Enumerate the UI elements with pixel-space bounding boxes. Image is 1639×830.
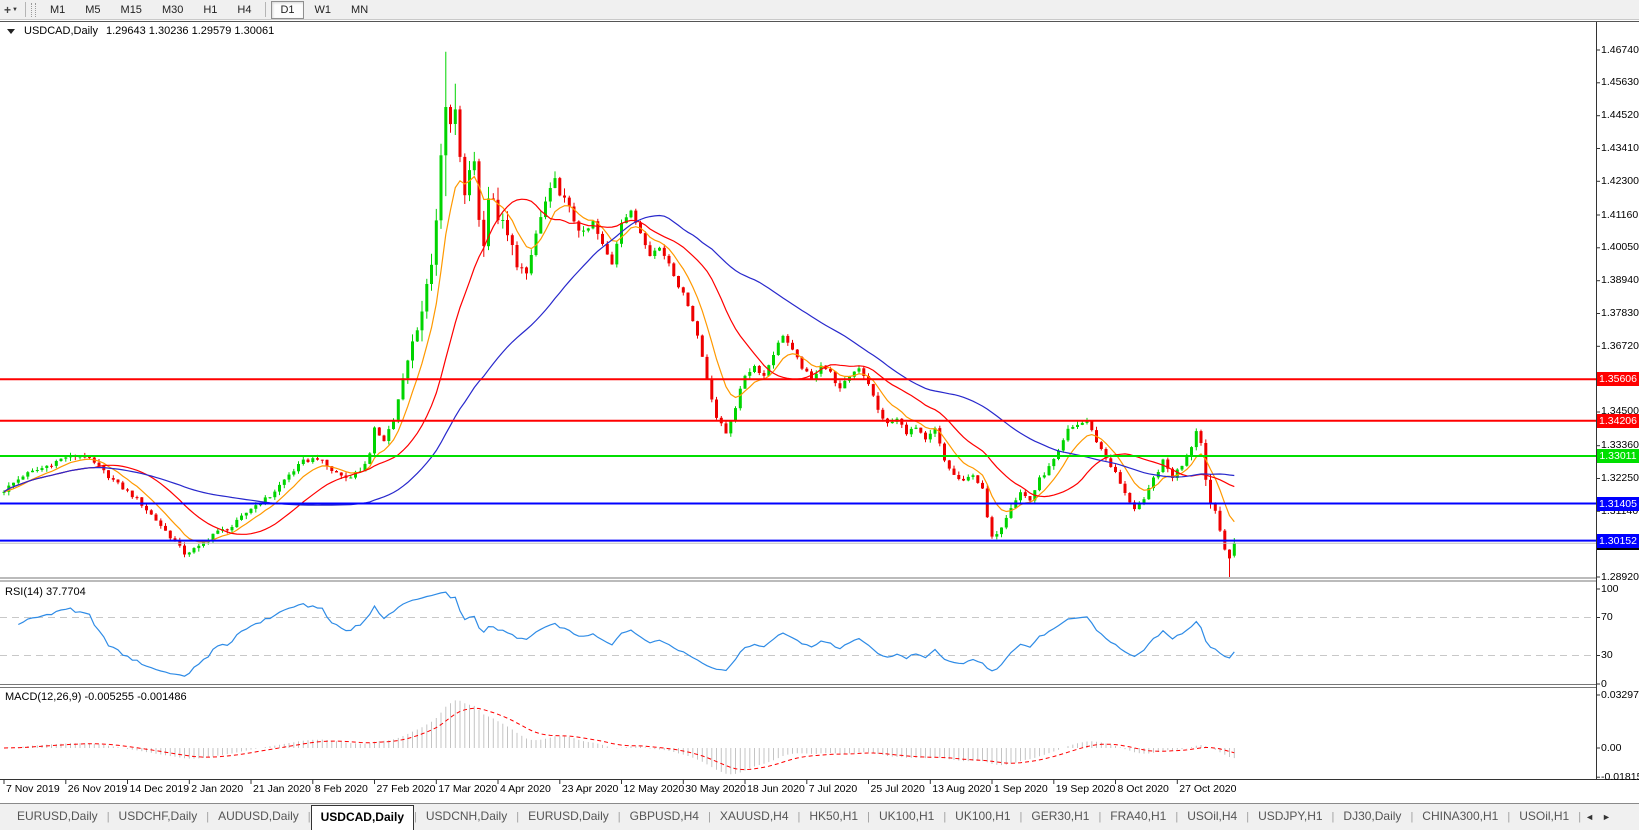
tab-usoil-h1-17[interactable]: USOil,H1: [1510, 804, 1578, 830]
timeframe-button-h1[interactable]: H1: [194, 1, 226, 19]
timeframe-button-d1[interactable]: D1: [271, 1, 303, 19]
price-level-badge: 1.35606: [1597, 372, 1639, 386]
chart-symbol-period: USDCAD,Daily: [24, 25, 98, 37]
tab-gbpusd-h4-6[interactable]: GBPUSD,H4: [621, 804, 708, 830]
chart-canvas[interactable]: [0, 20, 1639, 803]
price-axis-label: 1.41160: [1601, 209, 1638, 222]
date-axis-label: 30 May 2020: [685, 783, 746, 795]
timeframe-button-m1[interactable]: M1: [41, 1, 74, 19]
macd-axis-label: 0.032972: [1601, 689, 1639, 702]
price-axis-label: 1.45630: [1601, 76, 1639, 89]
date-axis-label: 7 Nov 2019: [6, 783, 60, 795]
tab-audusd-daily-2[interactable]: AUDUSD,Daily: [209, 804, 308, 830]
price-level-badge: 1.34206: [1597, 414, 1639, 428]
date-axis-label: 27 Oct 2020: [1179, 783, 1236, 795]
price-level-badge: 1.30152: [1597, 534, 1639, 548]
tab-usdcnh-daily-4[interactable]: USDCNH,Daily: [417, 804, 516, 830]
date-axis-label: 8 Oct 2020: [1118, 783, 1169, 795]
date-axis-label: 23 Apr 2020: [562, 783, 619, 795]
chevron-down-icon[interactable]: ▼: [12, 7, 18, 13]
date-axis-label: 12 May 2020: [624, 783, 685, 795]
date-axis-label: 27 Feb 2020: [377, 783, 436, 795]
chart-tab-bar: EURUSD,Daily|USDCHF,Daily|AUDUSD,Daily|U…: [0, 803, 1639, 830]
toolbar-separator: [265, 2, 266, 17]
date-axis-label: 7 Jul 2020: [809, 783, 857, 795]
timeframe-button-group: M1M5M15M30H1H4 D1W1MN: [40, 1, 378, 19]
tab-hk50-h1-8[interactable]: HK50,H1: [800, 804, 867, 830]
price-axis-label: 1.46740: [1601, 44, 1639, 57]
price-axis-label: 1.43410: [1601, 142, 1639, 155]
timeframe-button-m5[interactable]: M5: [76, 1, 109, 19]
tab-fra40-h1-12[interactable]: FRA40,H1: [1101, 804, 1175, 830]
date-axis-label: 17 Mar 2020: [438, 783, 497, 795]
top-toolbar: + ▼ M1M5M15M30H1H4 D1W1MN: [0, 0, 1639, 20]
tab-usdchf-daily-1[interactable]: USDCHF,Daily: [110, 804, 207, 830]
timeframe-button-m30[interactable]: M30: [153, 1, 192, 19]
tab-scroll-left-icon[interactable]: ◄: [1581, 812, 1598, 822]
tab-xauusd-h4-7[interactable]: XAUUSD,H4: [711, 804, 798, 830]
toolbar-separator: [25, 2, 26, 17]
rsi-axis-label: 30: [1601, 649, 1613, 662]
price-axis-label: 1.40050: [1601, 241, 1639, 254]
price-level-badge: 1.33011: [1597, 449, 1639, 463]
rsi-axis-label: 100: [1601, 583, 1619, 596]
price-axis-label: 1.38940: [1601, 274, 1639, 287]
date-axis-label: 4 Apr 2020: [500, 783, 551, 795]
timeframe-button-h4[interactable]: H4: [228, 1, 260, 19]
chart-tabs: EURUSD,Daily|USDCHF,Daily|AUDUSD,Daily|U…: [8, 804, 1615, 830]
price-axis-label: 1.42300: [1601, 175, 1639, 188]
crosshair-tool-icon[interactable]: +: [4, 2, 11, 18]
macd-indicator-label: MACD(12,26,9) -0.005255 -0.001486: [5, 691, 187, 703]
tab-usdjpy-h1-14[interactable]: USDJPY,H1: [1249, 804, 1331, 830]
tab-dj30-daily-15[interactable]: DJ30,Daily: [1334, 804, 1410, 830]
tab-uk100-h1-10[interactable]: UK100,H1: [946, 804, 1019, 830]
date-axis-label: 2 Jan 2020: [191, 783, 243, 795]
date-axis-label: 25 Jul 2020: [871, 783, 925, 795]
date-axis-label: 19 Sep 2020: [1056, 783, 1116, 795]
price-axis-label: 1.36720: [1601, 340, 1639, 353]
tab-ger30-h1-11[interactable]: GER30,H1: [1022, 804, 1098, 830]
timeframe-button-m15[interactable]: M15: [112, 1, 151, 19]
toolbar-drag-grip[interactable]: [31, 3, 36, 17]
chart-title: USDCAD,Daily 1.29643 1.30236 1.29579 1.3…: [7, 25, 274, 37]
tab-usdcad-daily-3[interactable]: USDCAD,Daily: [311, 805, 414, 830]
price-level-badge: 1.31405: [1597, 497, 1639, 511]
macd-axis-label: 0.00: [1601, 742, 1621, 755]
rsi-indicator-label: RSI(14) 37.7704: [5, 586, 86, 598]
price-axis-label: 1.44520: [1601, 109, 1639, 122]
date-axis-label: 18 Jun 2020: [747, 783, 805, 795]
date-axis-label: 1 Sep 2020: [994, 783, 1048, 795]
tab-scroll-right-icon[interactable]: ►: [1598, 812, 1615, 822]
date-axis-label: 8 Feb 2020: [315, 783, 368, 795]
tab-china300-h1-16[interactable]: CHINA300,H1: [1413, 804, 1507, 830]
date-axis-label: 14 Dec 2019: [130, 783, 190, 795]
price-axis-label: 1.32250: [1601, 472, 1639, 485]
tab-usoil-h4-13[interactable]: USOil,H4: [1178, 804, 1246, 830]
tab-uk100-h1-9[interactable]: UK100,H1: [870, 804, 943, 830]
date-axis-label: 26 Nov 2019: [68, 783, 128, 795]
tab-eurusd-daily-5[interactable]: EURUSD,Daily: [519, 804, 618, 830]
date-axis-label: 13 Aug 2020: [932, 783, 991, 795]
rsi-axis-label: 70: [1601, 611, 1613, 624]
chart-title-marker-icon[interactable]: [7, 29, 15, 34]
timeframe-button-w1[interactable]: W1: [306, 1, 341, 19]
price-axis-label: 1.37830: [1601, 307, 1639, 320]
date-axis-label: 21 Jan 2020: [253, 783, 311, 795]
timeframe-button-mn[interactable]: MN: [342, 1, 377, 19]
tab-eurusd-daily-0[interactable]: EURUSD,Daily: [8, 804, 107, 830]
chart-ohlc-values: 1.29643 1.30236 1.29579 1.30061: [106, 25, 274, 37]
chart-window: USDCAD,Daily 1.29643 1.30236 1.29579 1.3…: [0, 20, 1639, 803]
macd-axis-label: -0.018154: [1601, 771, 1639, 784]
